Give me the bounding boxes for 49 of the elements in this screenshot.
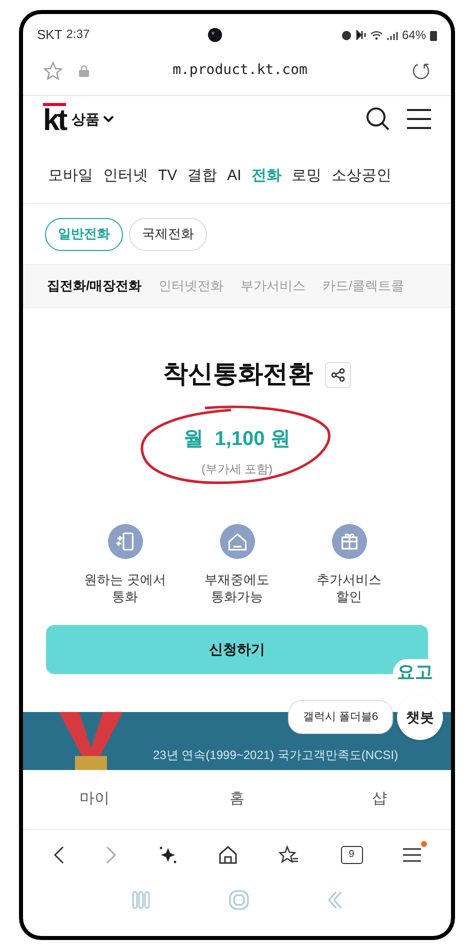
bottom-nav-item[interactable]: 홈 (230, 788, 244, 810)
menu-icon[interactable] (407, 108, 431, 130)
category-chip[interactable]: 국제전화 (129, 218, 207, 250)
clock-time: 2:37 (66, 26, 90, 44)
battery-level: 64% (402, 27, 426, 44)
bottom-nav-item[interactable]: 샵 (372, 788, 388, 810)
product-menu-label[interactable]: 상품 (72, 108, 100, 130)
category-tab[interactable]: 소상공인 (331, 165, 392, 188)
home-icon[interactable] (218, 844, 238, 864)
price-text: 월 1,100 원 (184, 426, 290, 452)
share-icon (331, 368, 345, 382)
menu-icon[interactable] (402, 846, 421, 862)
back-icon[interactable] (53, 844, 66, 864)
sparkle-icon[interactable] (158, 844, 178, 864)
gift-icon (332, 524, 366, 558)
category-tab[interactable]: 인터넷 (103, 165, 148, 188)
bookmarks-icon[interactable] (278, 844, 300, 864)
banner-text: 23년 연속(1999~2021) 국가고객만족도(NCSI) (153, 746, 398, 764)
phone-icon (108, 524, 142, 558)
signal-icon (386, 30, 398, 40)
share-button[interactable] (325, 362, 351, 388)
url-text[interactable]: m.product.kt.com (89, 60, 411, 81)
lock-icon (79, 64, 89, 76)
category-tab[interactable]: TV (158, 165, 178, 188)
tabs-button[interactable]: 9 (340, 846, 363, 864)
camera-icon (208, 28, 222, 42)
chatbot-tooltip[interactable]: 갤럭시 폴더블6 (288, 700, 393, 734)
search-icon[interactable] (365, 106, 391, 132)
house-icon (220, 524, 254, 558)
category-tab[interactable]: AI (227, 165, 242, 188)
reload-icon[interactable] (411, 60, 431, 80)
star-icon[interactable] (43, 60, 63, 80)
product-title: 착신통화전환 (163, 359, 313, 390)
chevron-down-icon[interactable] (102, 115, 114, 123)
bottom-nav-item[interactable]: 마이 (79, 788, 110, 810)
kt-logo[interactable]: kt (43, 102, 66, 136)
price-note: (부가세 포함) (201, 460, 273, 478)
category-tab[interactable]: 로밍 (291, 165, 322, 188)
feature-label: 추가서비스 할인 (316, 570, 382, 604)
feature-label: 원하는 곳에서 통화 (84, 570, 166, 604)
category-tab[interactable]: 결합 (187, 165, 218, 188)
feature-label: 부재중에도 통화가능 (204, 570, 270, 604)
alarm-icon (340, 30, 352, 40)
battery-icon (430, 30, 437, 40)
wifi-icon (370, 30, 383, 40)
sub-tab[interactable]: 집전화/매장전화 (47, 276, 142, 296)
category-tab[interactable]: 모바일 (48, 165, 93, 188)
chatbot-button[interactable]: 챗봇 (397, 694, 443, 740)
carrier-name: SKT (37, 26, 62, 44)
